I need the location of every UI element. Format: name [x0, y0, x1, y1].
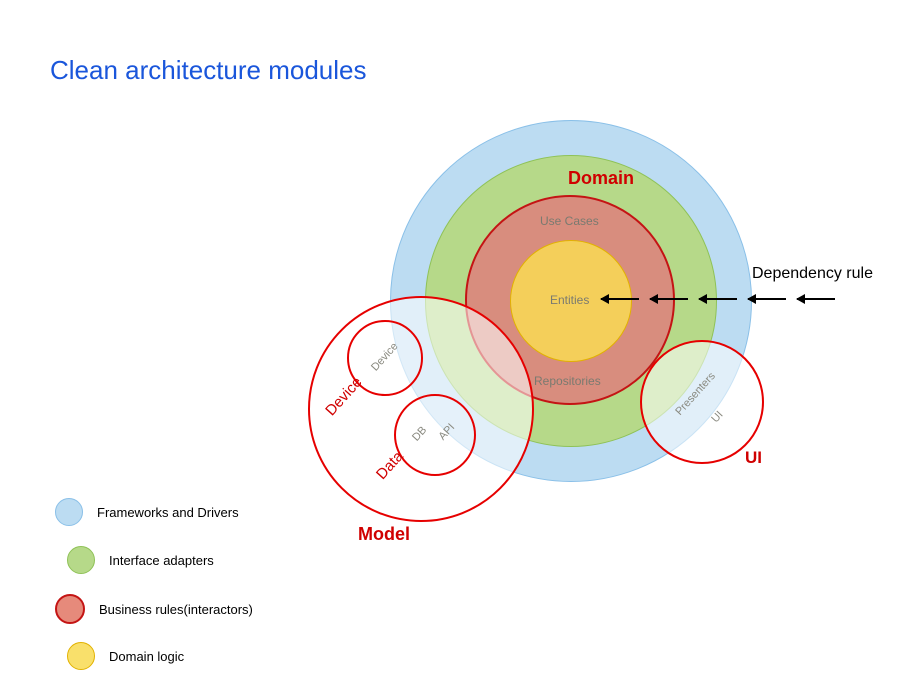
legend-item-2: Business rules(interactors) [55, 594, 253, 624]
dependency-arrow-5 [797, 298, 835, 300]
legend-item-0: Frameworks and Drivers [55, 498, 239, 526]
ring-label-entities: Entities [550, 293, 589, 307]
legend-text-3: Domain logic [109, 649, 184, 664]
dependency-rule-label: Dependency rule [752, 265, 873, 283]
legend-swatch-0 [55, 498, 83, 526]
dependency-arrow-2 [650, 298, 688, 300]
ui-label: UI [745, 448, 762, 468]
domain-label: Domain [568, 168, 634, 189]
legend-text-0: Frameworks and Drivers [97, 505, 239, 520]
legend-swatch-3 [67, 642, 95, 670]
legend-text-2: Business rules(interactors) [99, 602, 253, 617]
dependency-arrow-3 [699, 298, 737, 300]
legend-item-1: Interface adapters [55, 546, 214, 574]
overlay-ui [640, 340, 764, 464]
model-inner-data-circle [394, 394, 476, 476]
legend-swatch-2 [55, 594, 85, 624]
legend-swatch-1 [67, 546, 95, 574]
legend-item-3: Domain logic [55, 642, 184, 670]
diagram-stage: Clean architecture modules Use Cases Rep… [0, 0, 910, 684]
ring-label-use-cases: Use Cases [540, 214, 599, 228]
diagram-title: Clean architecture modules [50, 55, 367, 86]
legend-text-1: Interface adapters [109, 553, 214, 568]
model-label: Model [358, 524, 410, 545]
dependency-arrow-4 [748, 298, 786, 300]
dependency-arrow-1 [601, 298, 639, 300]
ring-label-repositories: Repositories [534, 374, 601, 388]
